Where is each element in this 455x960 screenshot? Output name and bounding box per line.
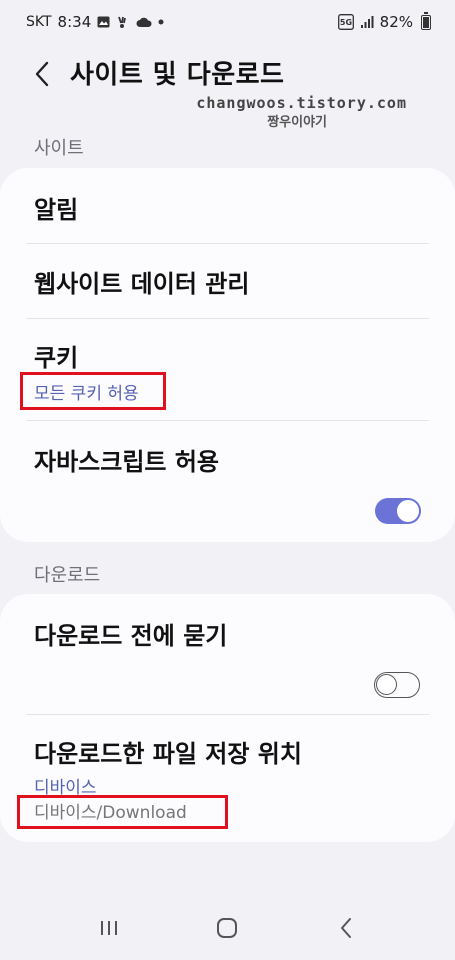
more-dot-icon <box>158 19 164 25</box>
battery-percent: 82% <box>379 13 413 31</box>
item-title: 다운로드 전에 묻기 <box>34 622 228 650</box>
notification-icon <box>116 15 130 29</box>
network-5g-icon: 5G <box>337 14 354 30</box>
home-icon <box>217 918 238 938</box>
item-title: 자바스크립트 허용 <box>34 448 219 476</box>
back-button[interactable] <box>24 56 60 92</box>
item-title: 알림 <box>34 196 79 224</box>
settings-item-notifications[interactable]: 알림 <box>34 190 429 225</box>
toggle-knob <box>376 674 397 695</box>
back-nav-button[interactable] <box>321 908 371 948</box>
settings-item-javascript[interactable]: 자바스크립트 허용 <box>34 442 429 477</box>
section-header-sites: 사이트 <box>34 138 84 159</box>
settings-item-ask-before-download[interactable]: 다운로드 전에 묻기 <box>34 616 429 651</box>
back-icon <box>340 918 351 938</box>
section-header-downloads: 다운로드 <box>34 565 101 586</box>
watermark-name: 짱우이야기 <box>267 115 327 130</box>
item-title: 다운로드한 파일 저장 위치 <box>34 740 302 768</box>
toggle-knob <box>396 499 420 523</box>
highlight-box <box>20 372 166 410</box>
highlight-box <box>17 795 228 829</box>
divider <box>26 318 429 319</box>
clock: 8:34 <box>57 13 92 31</box>
sites-card: 알림 웹사이트 데이터 관리 쿠키 모든 쿠키 허용 자바스크립트 허용 <box>0 168 455 542</box>
item-title: 쿠키 <box>34 344 79 372</box>
navigation-bar <box>0 896 455 960</box>
page-title: 사이트 및 다운로드 <box>70 60 285 90</box>
status-right: 5G 82% <box>337 11 431 31</box>
divider <box>26 420 429 421</box>
signal-icon <box>360 15 374 29</box>
battery-icon <box>421 11 431 30</box>
svg-text:5G: 5G <box>340 18 352 27</box>
javascript-toggle[interactable] <box>375 498 421 524</box>
home-button[interactable] <box>202 908 252 948</box>
divider <box>26 714 429 715</box>
downloads-card: 다운로드 전에 묻기 다운로드한 파일 저장 위치 디바이스 디바이스/Down… <box>0 594 455 842</box>
carrier-label: SKT <box>26 14 52 30</box>
recents-icon <box>101 921 118 935</box>
ask-before-download-toggle[interactable] <box>374 672 420 698</box>
item-title: 웹사이트 데이터 관리 <box>34 270 250 298</box>
settings-item-website-data[interactable]: 웹사이트 데이터 관리 <box>34 264 429 299</box>
status-left: SKT 8:34 <box>26 13 164 31</box>
cloud-icon <box>136 17 152 28</box>
divider <box>26 243 429 244</box>
watermark-url: changwoos.tistory.com <box>196 94 407 112</box>
gallery-icon <box>97 16 110 28</box>
status-bar: SKT 8:34 5G 82% <box>0 0 455 44</box>
chevron-left-icon <box>35 61 49 87</box>
recents-button[interactable] <box>84 908 134 948</box>
